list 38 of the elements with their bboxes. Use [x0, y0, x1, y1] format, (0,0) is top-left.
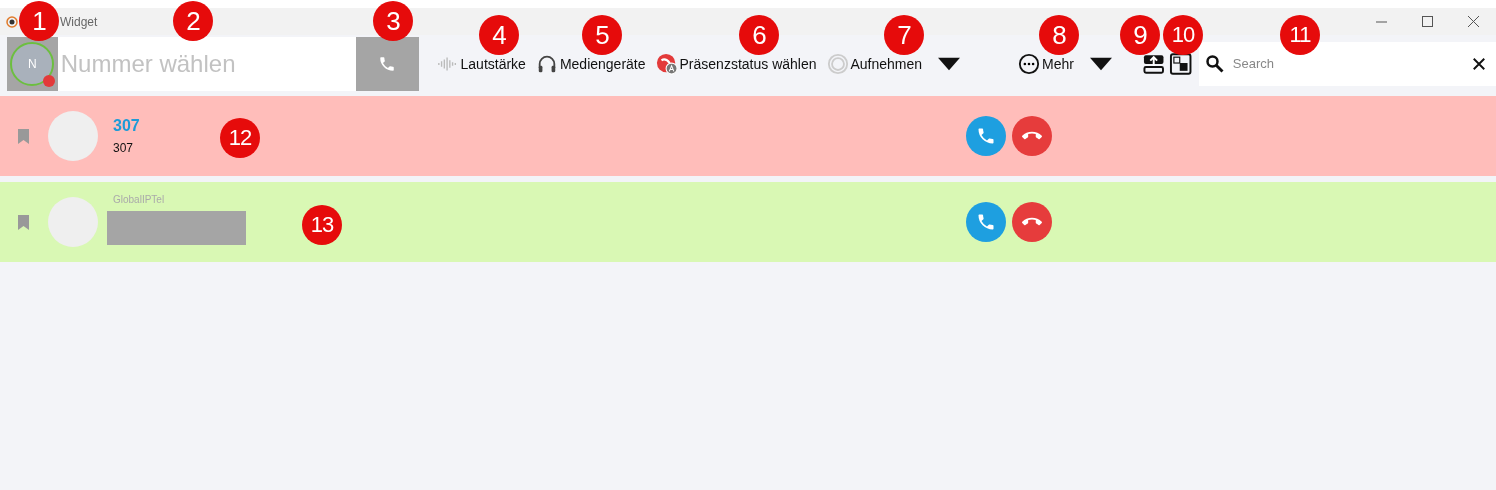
answer-button[interactable]	[966, 116, 1006, 156]
phone-icon	[976, 212, 996, 232]
search-field[interactable]: Search	[1198, 41, 1496, 86]
phone-icon	[976, 126, 996, 146]
toolbar-button[interactable]: Aufnehmen	[826, 52, 961, 75]
presence-status-icon	[655, 52, 678, 75]
call-button[interactable]	[355, 36, 419, 91]
search-icon	[1204, 53, 1225, 74]
caller-name: 307	[113, 117, 141, 135]
callout-badge: 4	[479, 15, 519, 55]
bookmark-icon	[18, 214, 29, 230]
more-icon	[1018, 52, 1041, 75]
close-icon[interactable]	[1472, 56, 1486, 71]
app-icon	[6, 15, 18, 28]
layout-icon	[1169, 51, 1193, 76]
toolbar-button[interactable]: Präsenzstatus wählen	[655, 52, 817, 75]
callout-badge: 6	[739, 15, 779, 55]
caller-number: 307	[113, 141, 135, 155]
phone-icon	[378, 54, 397, 73]
callout-badge: 8	[1039, 15, 1079, 55]
dial-field[interactable]: Nummer wählen	[57, 36, 356, 91]
callout-badge: 5	[582, 15, 622, 55]
record-icon	[826, 52, 849, 75]
search-input[interactable]: Search	[1230, 55, 1472, 72]
callout-badge: 7	[884, 15, 924, 55]
call-source: GlobalIPTel	[113, 193, 166, 205]
contact-avatar	[48, 197, 98, 247]
bookmark-icon	[18, 128, 29, 144]
toolbar-button[interactable]: Lautstärke	[436, 52, 526, 75]
toolbar-button[interactable]: Mehr	[1018, 52, 1112, 75]
window-title: Widget	[60, 14, 98, 29]
close-icon	[1467, 16, 1479, 27]
callout-badge: 9	[1120, 15, 1160, 55]
contact-avatar	[48, 111, 98, 161]
hang-up-button[interactable]	[1012, 202, 1052, 242]
hang-up-button[interactable]	[1012, 116, 1052, 156]
maximize-icon	[1421, 16, 1433, 27]
answer-button[interactable]	[966, 202, 1006, 242]
